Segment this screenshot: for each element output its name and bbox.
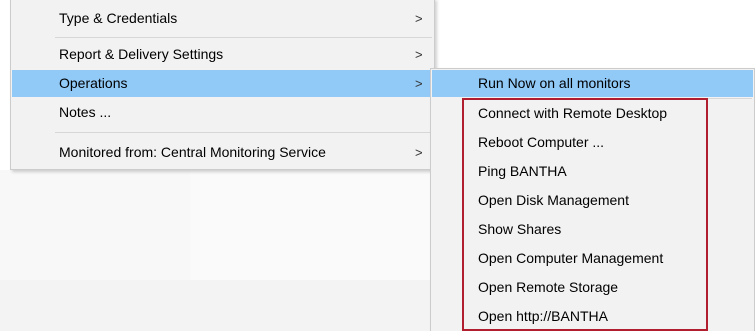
menu-item-type-credentials[interactable]: Type & Credentials > xyxy=(12,5,433,32)
context-menu: Type & Credentials > Report & Delivery S… xyxy=(10,0,435,170)
submenu-arrow-icon: > xyxy=(415,76,423,91)
submenu-arrow-icon: > xyxy=(415,47,423,62)
menu-separator xyxy=(55,132,432,133)
menu-separator xyxy=(465,98,752,99)
menu-item-run-now[interactable]: Run Now on all monitors xyxy=(432,70,753,97)
menu-item-operations[interactable]: Operations > xyxy=(12,70,433,97)
menu-item-label: Connect with Remote Desktop xyxy=(478,105,668,121)
menu-item-open-http[interactable]: Open http://BANTHA xyxy=(432,303,753,330)
menu-item-label: Open Computer Management xyxy=(478,250,664,266)
menu-item-open-remote-storage[interactable]: Open Remote Storage xyxy=(432,274,753,301)
menu-item-monitored-from[interactable]: Monitored from: Central Monitoring Servi… xyxy=(12,139,433,166)
menu-item-open-disk-management[interactable]: Open Disk Management xyxy=(432,187,753,214)
menu-item-label: Open http://BANTHA xyxy=(478,308,608,324)
menu-item-connect-remote-desktop[interactable]: Connect with Remote Desktop xyxy=(432,100,753,127)
menu-item-report-delivery-settings[interactable]: Report & Delivery Settings > xyxy=(12,41,433,68)
submenu-arrow-icon: > xyxy=(415,145,423,160)
menu-item-label: Open Remote Storage xyxy=(478,279,619,295)
menu-item-label: Operations xyxy=(59,75,128,91)
menu-item-label: Show Shares xyxy=(478,221,562,237)
submenu-arrow-icon: > xyxy=(415,11,423,26)
menu-item-label: Type & Credentials xyxy=(59,10,178,26)
menu-item-label: Report & Delivery Settings xyxy=(59,46,224,62)
menu-item-label: Run Now on all monitors xyxy=(478,75,631,91)
menu-item-open-computer-management[interactable]: Open Computer Management xyxy=(432,245,753,272)
menu-item-notes[interactable]: Notes ... xyxy=(12,99,433,126)
menu-item-label: Notes ... xyxy=(59,104,112,120)
menu-item-show-shares[interactable]: Show Shares xyxy=(432,216,753,243)
operations-submenu: Run Now on all monitors Connect with Rem… xyxy=(430,68,755,331)
menu-item-ping[interactable]: Ping BANTHA xyxy=(432,158,753,185)
menu-item-label: Open Disk Management xyxy=(478,192,629,208)
menu-item-label: Reboot Computer ... xyxy=(478,134,605,150)
menu-item-reboot-computer[interactable]: Reboot Computer ... xyxy=(432,129,753,156)
menu-separator xyxy=(55,37,432,38)
background-panel xyxy=(0,170,190,280)
background-panel xyxy=(0,280,430,331)
menu-item-label: Ping BANTHA xyxy=(478,163,567,179)
background-panel xyxy=(190,170,430,280)
menu-item-label: Monitored from: Central Monitoring Servi… xyxy=(59,144,326,160)
screen: Type & Credentials > Report & Delivery S… xyxy=(0,0,755,331)
